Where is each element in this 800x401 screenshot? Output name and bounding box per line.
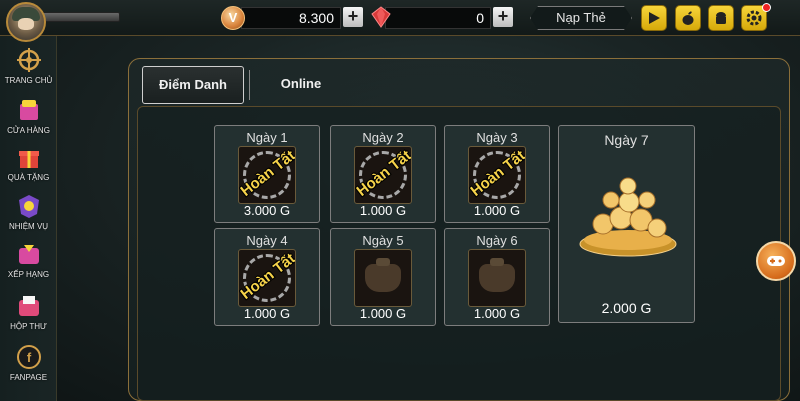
tab-diem-danh[interactable]: Điểm Danh [142,66,244,104]
play-store-icon[interactable] [641,5,667,31]
reward-item: Hoàn Tất [468,146,526,204]
coin-balance-box: 8.300 [241,7,341,29]
reward-item [354,249,412,307]
shop-icon [19,100,38,120]
apple-logo-icon [682,11,694,25]
sidebar-label: HỘP THƯ [10,322,47,331]
sidebar-item-qua-tang[interactable]: QUÀ TẶNG [0,143,57,182]
day-label: Ngày 1 [246,130,288,145]
day-card-7[interactable]: Ngày 7 2.000 G [558,125,695,323]
day-label: Ngày 3 [476,130,518,145]
avatar-face [18,18,34,30]
sidebar-label: QUÀ TẶNG [7,173,50,182]
sidebar-label: FANPAGE [9,373,48,382]
day-reward: 1.000 G [359,306,407,321]
sidebar-label: CỬA HÀNG [7,126,50,135]
floating-gamepad-button[interactable] [756,241,796,281]
sidebar-item-trang-chu[interactable]: TRANG CHỦ [0,46,57,85]
sidebar-label: NHIỆM VỤ [8,222,49,231]
money-bag-icon [479,264,515,292]
day-reward: 1.000 G [243,306,291,321]
gem-balance-box: 0 [385,7,491,29]
coin-pile-icon [579,177,677,257]
nap-the-button[interactable]: Nạp Thẻ [531,7,631,29]
day-card-1[interactable]: Ngày 1 Hoàn Tất 3.000 G [214,125,320,223]
day-label: Ngày 2 [362,130,404,145]
sidebar-item-cua-hang[interactable]: CỬA HÀNG [0,96,57,135]
android-icon[interactable] [708,5,734,31]
gem-balance: 0 [476,10,484,26]
reward-item: Hoàn Tất [238,249,296,307]
reward-item: Hoàn Tất [238,146,296,204]
day-card-2[interactable]: Ngày 2 Hoàn Tất 1.000 G [330,125,436,223]
bag-tie [376,258,390,266]
android-robot-icon [716,12,726,24]
day-card-6[interactable]: Ngày 6 1.000 G [444,228,550,326]
sidebar-label: XẾP HẠNG [7,270,50,279]
apple-icon[interactable] [675,5,701,31]
tab-online[interactable]: Online [258,66,344,104]
reward-item: Hoàn Tất [354,146,412,204]
gift-icon [18,151,39,168]
gear-icon [746,10,762,26]
reward-item [468,249,526,307]
day-card-4[interactable]: Ngày 4 Hoàn Tất 1.000 G [214,228,320,326]
day-reward: 1.000 G [359,203,407,218]
ranking-icon [18,245,39,264]
tab-divider [249,70,250,100]
money-bag-icon [365,264,401,292]
day-reward: 3.000 G [243,203,291,218]
mission-icon [18,195,39,218]
notification-dot [762,3,771,12]
add-coin-button[interactable]: + [343,7,363,27]
sidebar-item-nhiem-vu[interactable]: NHIỆM VỤ [0,192,57,231]
day-card-5[interactable]: Ngày 5 1.000 G [330,228,436,326]
day-label: Ngày 6 [476,233,518,248]
coin-balance: 8.300 [298,10,334,26]
day-reward: 2.000 G [601,300,652,316]
bag-tie [490,258,504,266]
gamepad-icon [767,256,785,266]
ruby-gem-icon [371,6,391,28]
day-label: Ngày 4 [246,233,288,248]
coin-icon: V [221,6,245,30]
sidebar-label: TRANG CHỦ [4,76,53,85]
sidebar-item-fanpage[interactable]: f FANPAGE [0,343,57,382]
day-label: Ngày 7 [604,132,649,148]
add-gem-button[interactable]: + [493,7,513,27]
day-reward: 1.000 G [473,306,521,321]
player-avatar[interactable] [6,2,46,42]
sidebar-item-xep-hang[interactable]: XẾP HẠNG [0,240,57,279]
svg-text:f: f [26,350,31,365]
ship-wheel-icon [16,48,41,72]
experience-bar [42,12,120,22]
day-reward: 1.000 G [473,203,521,218]
fanpage-icon: f [16,345,41,369]
mailbox-icon [18,296,39,316]
play-triangle-icon [649,12,660,24]
day-card-3[interactable]: Ngày 3 Hoàn Tất 1.000 G [444,125,550,223]
sidebar-item-hop-thu[interactable]: HỘP THƯ [0,292,57,331]
day-label: Ngày 5 [362,233,404,248]
